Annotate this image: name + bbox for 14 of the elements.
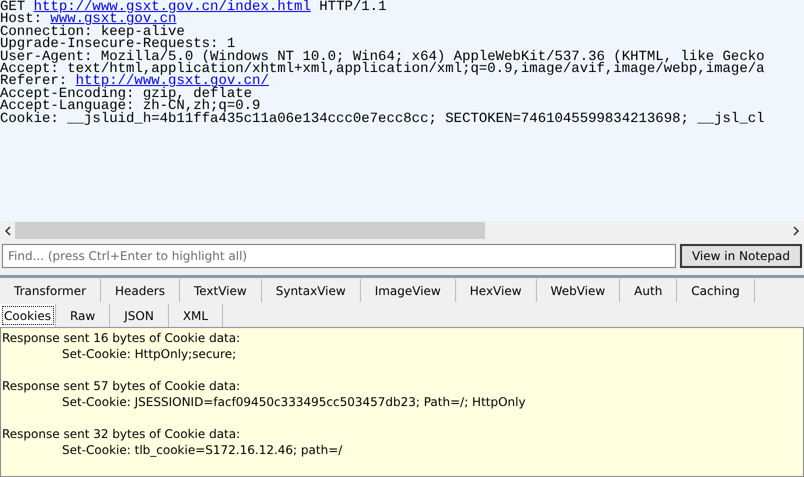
set-cookie-line: Set-Cookie: JSESSIONID=facf09450c333495cc503457db23; Path=/; HttpOnly xyxy=(61,394,527,410)
header-text: Cookie: __jsluid_h=4b11ffa435c11a06e134ccc0e7ecc8cc; SECTOKEN=7461045599834213698; __jsl_cl xyxy=(0,110,765,127)
view-in-notepad-button[interactable]: View in Notepad xyxy=(680,244,802,268)
scrollbar-thumb[interactable] xyxy=(15,222,485,240)
response-summary: Response sent 32 bytes of Cookie data: xyxy=(2,426,242,442)
response-summary: Response sent 16 bytes of Cookie data: xyxy=(2,330,242,346)
header-text: HTTP/1.1 xyxy=(318,0,386,15)
set-cookie-line: Set-Cookie: HttpOnly;secure; xyxy=(61,346,238,362)
scroll-left-icon[interactable] xyxy=(4,226,12,236)
scroll-right-icon[interactable] xyxy=(792,226,800,236)
find-field[interactable]: Find... (press Ctrl+Enter to highlight all) xyxy=(2,244,676,268)
set-cookie-line: Set-Cookie: tlb_cookie=S172.16.12.46; path=/ xyxy=(61,442,344,458)
response-summary: Response sent 57 bytes of Cookie data: xyxy=(2,378,242,394)
tab[interactable]: Cookies xyxy=(0,304,56,328)
